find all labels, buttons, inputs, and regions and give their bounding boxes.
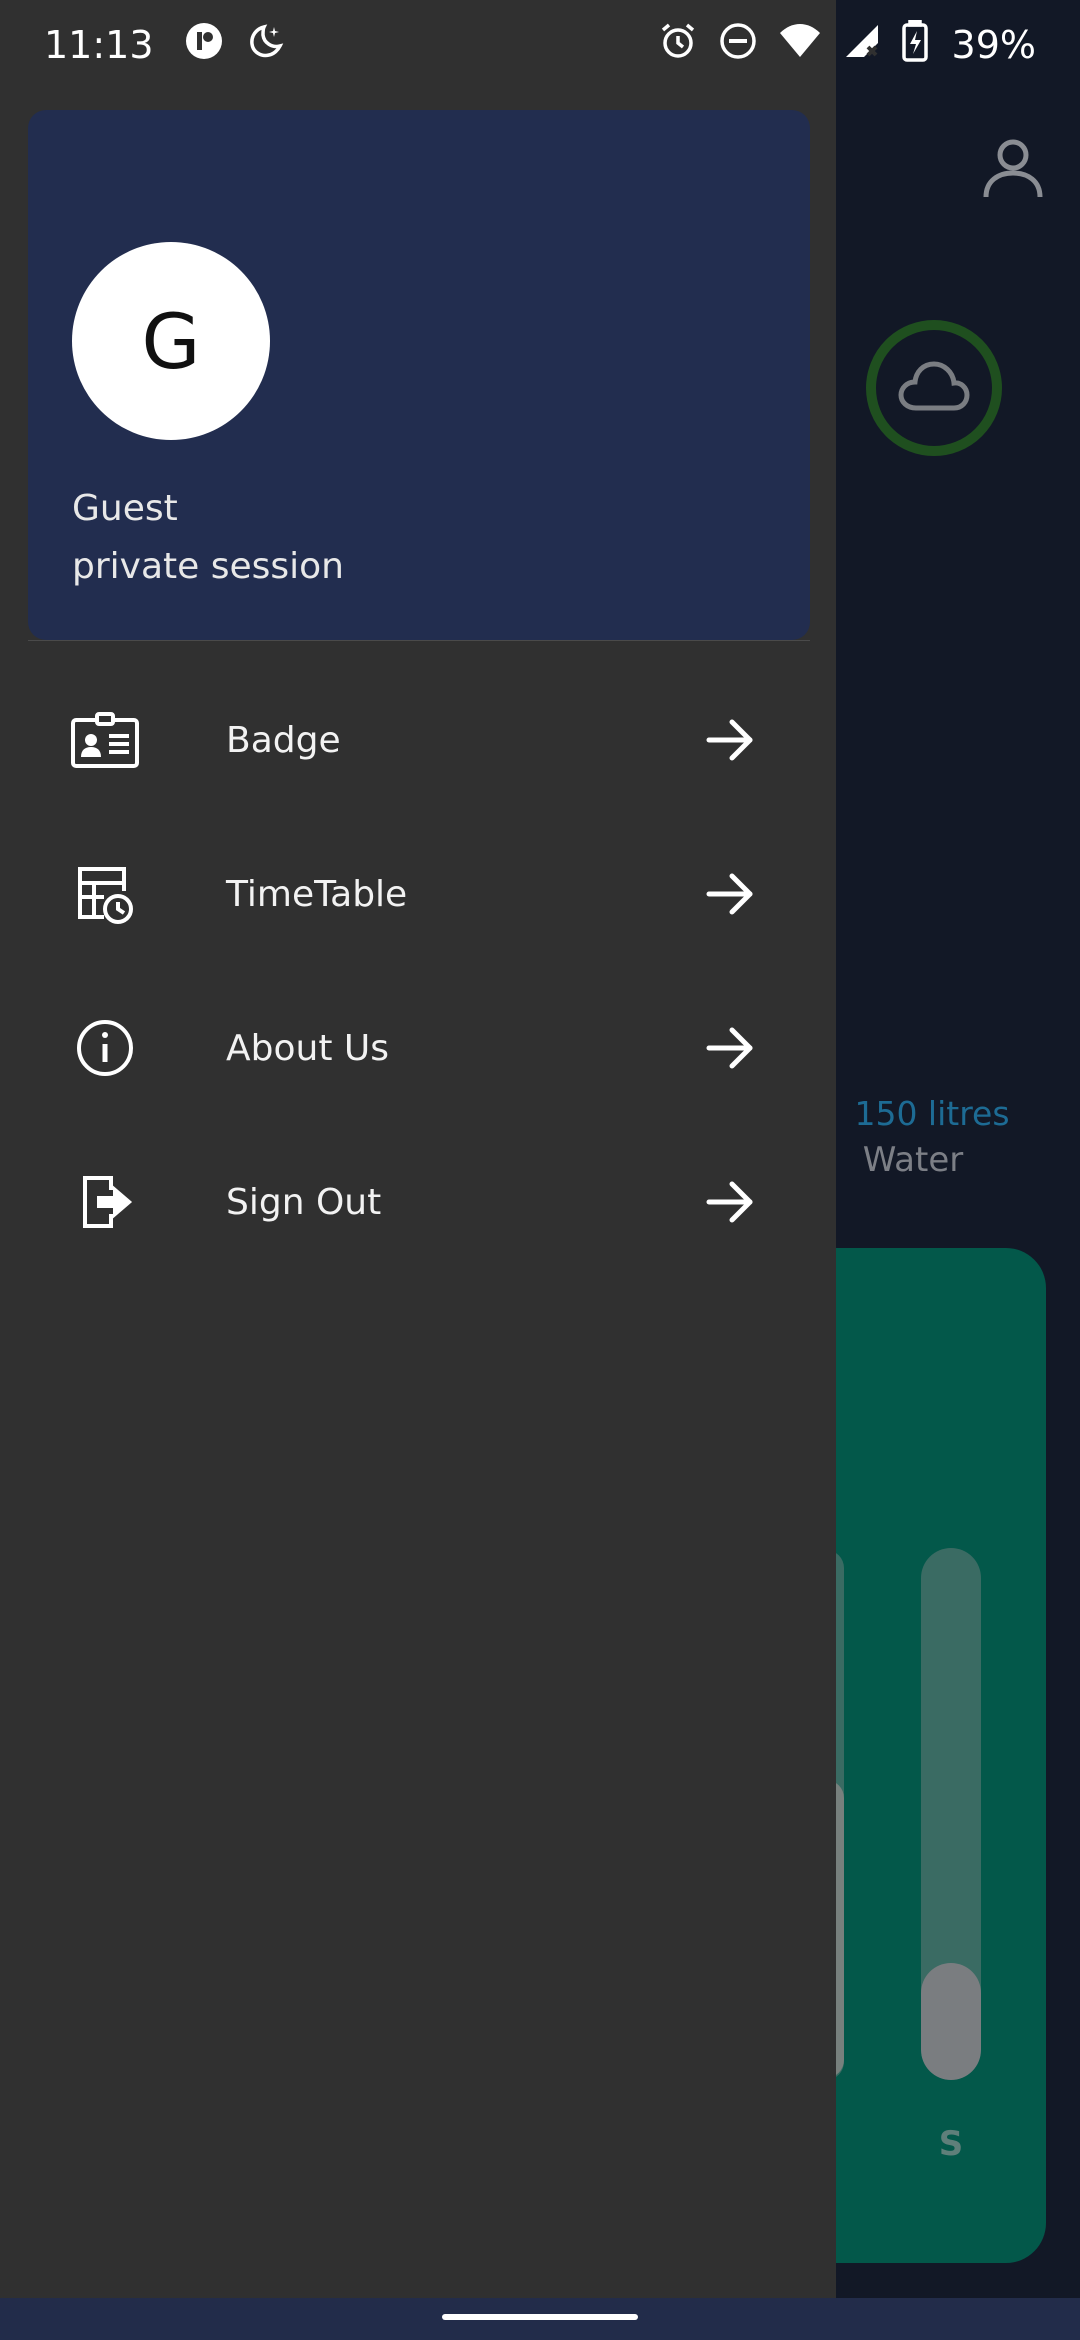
bedtime-moon-icon — [246, 21, 286, 70]
menu-item-timetable[interactable]: TimeTable — [0, 834, 836, 954]
profile-icon[interactable] — [980, 135, 1046, 201]
battery-charging-icon — [901, 18, 928, 71]
info-icon — [70, 1013, 140, 1083]
badge-card-icon — [70, 705, 140, 775]
app-notification-icon — [184, 21, 224, 70]
session-label: private session — [72, 546, 344, 587]
menu-label-about-us: About Us — [226, 1027, 389, 1069]
timetable-icon — [70, 859, 140, 929]
alarm-icon — [658, 21, 698, 70]
system-nav-bar — [0, 2298, 1080, 2340]
menu-label-timetable: TimeTable — [226, 873, 408, 915]
arrow-right-icon — [704, 1176, 756, 1228]
gesture-handle[interactable] — [442, 2314, 638, 2320]
water-label: Water — [862, 1140, 964, 1180]
status-time: 11:13 — [44, 23, 154, 67]
menu-item-badge[interactable]: Badge — [0, 680, 836, 800]
bar-fill — [921, 1962, 981, 2080]
do-not-disturb-icon — [718, 21, 758, 70]
menu-item-about-us[interactable]: About Us — [0, 988, 836, 1108]
menu-label-sign-out: Sign Out — [226, 1181, 382, 1223]
drawer-divider — [28, 640, 810, 641]
sign-out-icon — [70, 1167, 140, 1237]
water-amount: 150 litres — [854, 1094, 1010, 1133]
weather-button[interactable] — [866, 320, 1002, 456]
arrow-right-icon — [704, 1022, 756, 1074]
user-name: Guest — [72, 488, 178, 529]
status-bar: 11:13 39% — [0, 0, 1080, 90]
drawer-header: G Guest private session — [28, 110, 810, 640]
cloud-icon — [898, 360, 970, 416]
navigation-drawer: G Guest private session Badge TimeTable … — [0, 0, 836, 2298]
arrow-right-icon — [704, 714, 756, 766]
battery-percent: 39% — [951, 23, 1036, 67]
bar-letter: S — [938, 2124, 964, 2164]
wifi-icon — [778, 21, 822, 70]
cellular-no-signal-icon — [842, 21, 882, 70]
menu-item-sign-out[interactable]: Sign Out — [0, 1142, 836, 1262]
menu-label-badge: Badge — [226, 719, 341, 761]
bar-track — [921, 1548, 981, 2080]
avatar[interactable]: G — [72, 242, 270, 440]
arrow-right-icon — [704, 868, 756, 920]
